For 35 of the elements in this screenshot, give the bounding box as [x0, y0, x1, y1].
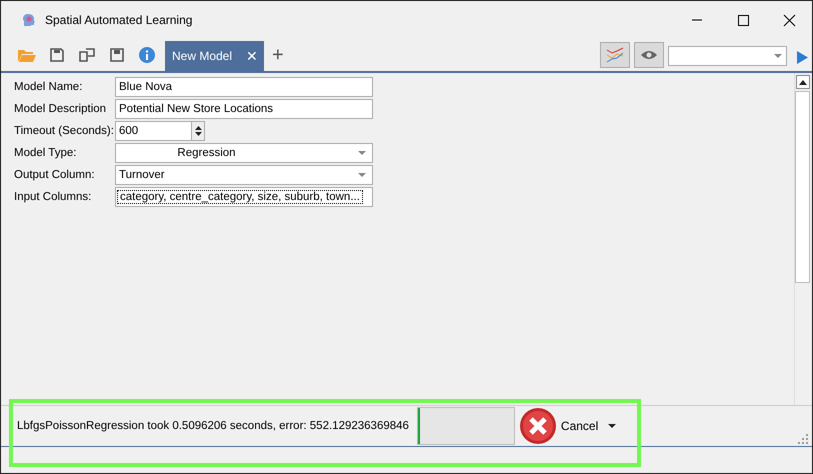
app-logo-icon: [21, 12, 37, 28]
text-field[interactable]: Blue Nova: [115, 77, 373, 97]
dropdown-arrow-icon: [774, 54, 782, 58]
text-field[interactable]: Potential New Store Locations: [115, 99, 373, 119]
up-arrow-icon: [798, 80, 806, 84]
eye-button[interactable]: [634, 42, 664, 68]
cancel-button[interactable]: Cancel: [560, 419, 616, 433]
resize-grip-icon[interactable]: [798, 434, 808, 444]
dropdown-field[interactable]: Regression: [115, 143, 373, 163]
field-label: Output Column:: [14, 169, 96, 181]
field-label: Timeout (Seconds):: [14, 125, 115, 137]
field-label: Model Name:: [14, 81, 84, 93]
field-label: Model Description: [14, 103, 108, 115]
tab[interactable]: New Model ✕: [165, 41, 264, 71]
window-title: Spatial Automated Learning: [45, 13, 194, 27]
dropdown-field[interactable]: category, centre_category, size, suburb, town...: [115, 187, 373, 207]
cancel-icon[interactable]: [518, 407, 557, 445]
scroll-up-button[interactable]: [796, 75, 810, 89]
close-icon[interactable]: ✕: [246, 48, 258, 64]
caret-icon: [608, 424, 616, 428]
add-tab-button[interactable]: +: [272, 43, 284, 67]
chart-button[interactable]: [600, 42, 630, 68]
status-message: LbfgsPoissonRegression took 0.5096206 seconds, error: 552.129236369846: [17, 420, 409, 432]
scrollbar[interactable]: [794, 73, 810, 405]
eye-icon: [641, 50, 657, 60]
field-label: Input Columns:: [14, 191, 92, 203]
spin-field[interactable]: 600: [115, 121, 205, 141]
line-chart-icon: [606, 47, 624, 63]
field-label: Model Type:: [14, 147, 78, 159]
dropdown-field[interactable]: [668, 46, 787, 66]
dropdown-arrow-icon: [358, 172, 366, 178]
dropdown-arrow-icon: [358, 150, 366, 156]
play-icon[interactable]: [797, 51, 808, 64]
dropdown-field[interactable]: Turnover: [115, 165, 373, 185]
spin-arrows-icon[interactable]: [191, 122, 204, 140]
